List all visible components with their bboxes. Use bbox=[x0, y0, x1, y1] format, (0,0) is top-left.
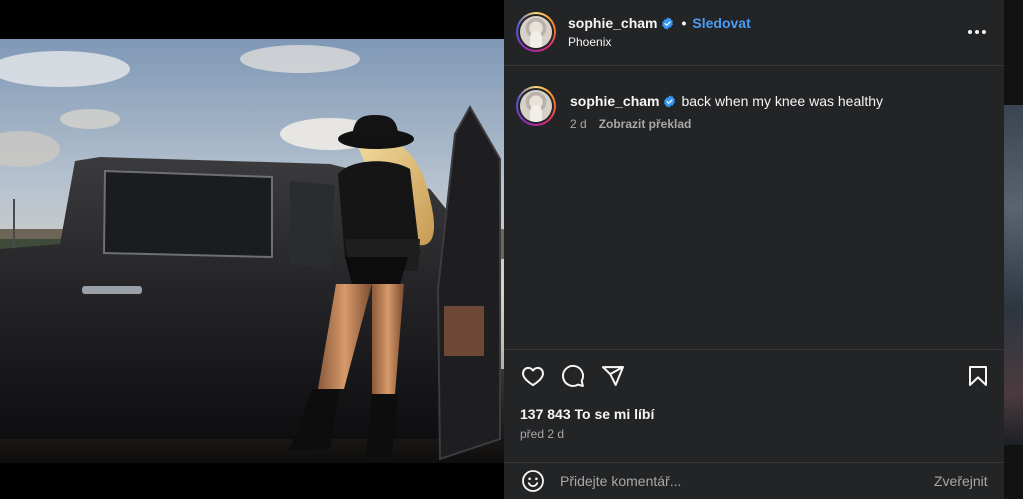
paper-plane-icon[interactable] bbox=[601, 364, 625, 388]
post-comment-button[interactable]: Zveřejnit bbox=[934, 473, 988, 489]
comment-bubble-icon[interactable] bbox=[561, 364, 585, 388]
author-line: sophie_cham • Sledovat bbox=[568, 15, 751, 31]
caption-avatar[interactable] bbox=[516, 86, 556, 126]
caption-text: back when my knee was healthy bbox=[681, 93, 884, 109]
caption-line: sophie_cham back when my knee was health… bbox=[570, 93, 883, 109]
author-avatar[interactable] bbox=[516, 12, 556, 52]
post-time[interactable]: před 2 d bbox=[520, 427, 564, 441]
like-count[interactable]: 137 843 To se mi líbí bbox=[520, 406, 654, 422]
author-username[interactable]: sophie_cham bbox=[568, 15, 657, 31]
next-post-thumbnail bbox=[1004, 105, 1023, 445]
separator-dot: • bbox=[681, 15, 687, 31]
caption-username[interactable]: sophie_cham bbox=[570, 93, 659, 109]
smiley-icon[interactable] bbox=[521, 469, 545, 493]
comment-input[interactable] bbox=[560, 469, 920, 493]
post-header: sophie_cham • Sledovat Phoenix bbox=[504, 0, 1004, 66]
heart-icon[interactable] bbox=[521, 364, 545, 388]
more-options-icon[interactable] bbox=[964, 20, 990, 44]
bookmark-icon[interactable] bbox=[966, 364, 990, 388]
verified-badge-icon bbox=[664, 94, 676, 108]
post-location[interactable]: Phoenix bbox=[568, 35, 611, 49]
post-media-area bbox=[0, 0, 504, 499]
caption-meta: 2 d Zobrazit překlad bbox=[570, 117, 691, 131]
post-photo[interactable] bbox=[0, 39, 504, 463]
verified-badge-icon bbox=[662, 16, 674, 30]
caption-age: 2 d bbox=[570, 117, 587, 131]
actions-divider bbox=[504, 349, 1004, 350]
next-post-preview[interactable] bbox=[1004, 0, 1023, 499]
comment-divider bbox=[504, 462, 1004, 463]
follow-button[interactable]: Sledovat bbox=[692, 15, 750, 31]
post-side-panel: sophie_cham • Sledovat Phoenix sophie_ch… bbox=[504, 0, 1004, 499]
translate-link[interactable]: Zobrazit překlad bbox=[599, 117, 692, 131]
